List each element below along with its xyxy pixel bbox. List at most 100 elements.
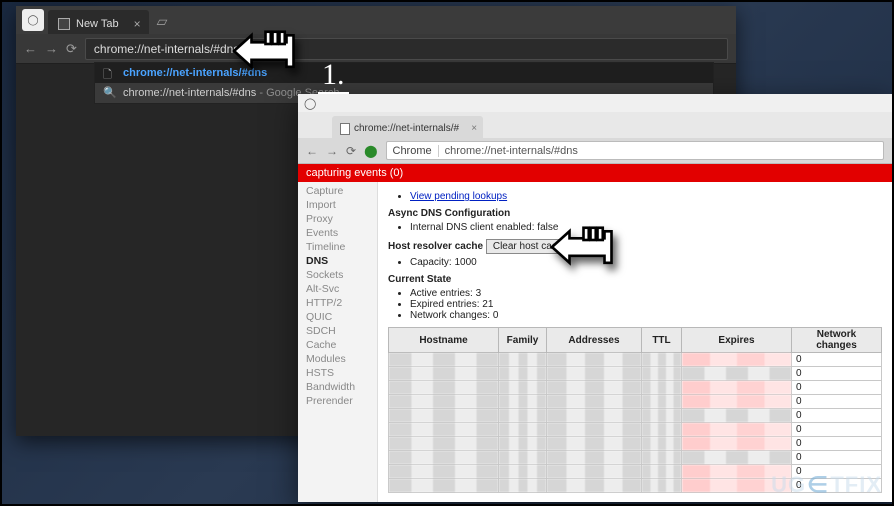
sidebar-item-events[interactable]: Events [298, 226, 377, 240]
table-row: 0 [389, 353, 882, 367]
new-tab-button[interactable]: ▱ [157, 13, 168, 34]
capture-status-bar: capturing events (0) [298, 164, 892, 182]
table-cell [499, 409, 547, 423]
browser-window-2: ◯ chrome://net-internals/# × ← → ⟳ ⬤ Chr… [298, 94, 892, 502]
table-row: 0 [389, 367, 882, 381]
host-cache-table: HostnameFamilyAddressesTTLExpiresNetwork… [388, 327, 882, 493]
table-cell [642, 451, 682, 465]
capture-status-text: capturing events (0) [306, 167, 403, 179]
section-heading: Host resolver cache [388, 241, 483, 252]
table-cell: 0 [792, 367, 882, 381]
state-item: Active entries: 3 [410, 288, 882, 299]
sidebar-item-sdch[interactable]: SDCH [298, 324, 377, 338]
page-body: CaptureImportProxyEventsTimelineDNSSocke… [298, 182, 892, 502]
table-cell [547, 353, 642, 367]
tab-strip: chrome://net-internals/# × [298, 112, 892, 138]
sidebar-item-import[interactable]: Import [298, 198, 377, 212]
search-icon: 🔍 [103, 86, 115, 100]
table-cell [389, 451, 499, 465]
table-cell [547, 479, 642, 493]
table-cell [682, 395, 792, 409]
sidebar-item-prerender[interactable]: Prerender [298, 394, 377, 408]
table-cell [499, 479, 547, 493]
table-cell [682, 423, 792, 437]
sidebar-item-quic[interactable]: QUIC [298, 310, 377, 324]
table-cell [547, 367, 642, 381]
sidebar-item-bandwidth[interactable]: Bandwidth [298, 380, 377, 394]
table-cell [389, 395, 499, 409]
toolbar: ← → ⟳ [16, 34, 736, 64]
address-bar[interactable]: Chrome chrome://net-internals/#dns [386, 141, 885, 160]
forward-icon[interactable]: → [45, 41, 58, 56]
sidebar-item-altsvc[interactable]: Alt-Svc [298, 282, 377, 296]
table-row: 0 [389, 451, 882, 465]
table-cell [547, 395, 642, 409]
step-number-2: 2. [638, 250, 669, 286]
table-cell [499, 395, 547, 409]
table-cell [389, 465, 499, 479]
browser-tab[interactable]: chrome://net-internals/# × [332, 116, 483, 138]
sidebar-item-sockets[interactable]: Sockets [298, 268, 377, 282]
browser-tab[interactable]: New Tab × [48, 10, 149, 34]
tab-strip: ◯ New Tab × ▱ [16, 6, 736, 34]
table-cell [547, 409, 642, 423]
reload-icon[interactable]: ⟳ [346, 144, 356, 158]
column-header: Addresses [547, 328, 642, 353]
table-row: 0 [389, 409, 882, 423]
table-cell [389, 423, 499, 437]
tab-title: chrome://net-internals/# [354, 123, 459, 134]
close-icon[interactable]: × [471, 123, 477, 134]
url-text: chrome://net-internals/#dns [445, 145, 578, 157]
pending-lookups-link[interactable]: View pending lookups [410, 191, 507, 202]
table-cell [499, 437, 547, 451]
sidebar-item-http2[interactable]: HTTP/2 [298, 296, 377, 310]
back-icon[interactable]: ← [24, 41, 37, 56]
table-cell: 0 [792, 409, 882, 423]
main-content: View pending lookups Async DNS Configura… [378, 182, 892, 502]
table-cell: 0 [792, 437, 882, 451]
scheme-chip: Chrome [393, 145, 439, 157]
column-header: Family [499, 328, 547, 353]
sidebar-item-modules[interactable]: Modules [298, 352, 377, 366]
section-heading: Async DNS Configuration [388, 208, 882, 219]
table-cell [642, 353, 682, 367]
chrome-app-icon: ◯ [304, 97, 316, 110]
window-titlebar: ◯ [298, 94, 892, 112]
table-cell [547, 437, 642, 451]
suggestion-row[interactable]: 🗋 chrome://net-internals/#dns [95, 63, 713, 83]
sidebar-item-cache[interactable]: Cache [298, 338, 377, 352]
table-cell [642, 465, 682, 479]
clear-host-cache-button[interactable]: Clear host cache [486, 239, 575, 254]
table-cell [642, 367, 682, 381]
table-cell [682, 451, 792, 465]
table-cell [499, 353, 547, 367]
sidebar: CaptureImportProxyEventsTimelineDNSSocke… [298, 182, 378, 502]
sidebar-item-capture[interactable]: Capture [298, 184, 377, 198]
sidebar-item-timeline[interactable]: Timeline [298, 240, 377, 254]
table-cell [642, 437, 682, 451]
sidebar-item-dns[interactable]: DNS [298, 254, 377, 268]
table-cell [389, 381, 499, 395]
back-icon[interactable]: ← [306, 144, 318, 158]
address-bar[interactable] [85, 38, 728, 60]
table-cell [642, 423, 682, 437]
table-cell [389, 409, 499, 423]
sidebar-item-hsts[interactable]: HSTS [298, 366, 377, 380]
column-header: Expires [682, 328, 792, 353]
table-cell [547, 381, 642, 395]
async-dns-item: Internal DNS client enabled: false [410, 222, 882, 233]
table-cell [682, 409, 792, 423]
reload-icon[interactable]: ⟳ [66, 41, 77, 57]
table-cell: 0 [792, 381, 882, 395]
table-cell [499, 451, 547, 465]
forward-icon[interactable]: → [326, 144, 338, 158]
table-cell [499, 367, 547, 381]
sidebar-item-proxy[interactable]: Proxy [298, 212, 377, 226]
table-cell [389, 367, 499, 381]
table-cell [642, 409, 682, 423]
step-number-1: 1. [318, 58, 349, 94]
tab-title: New Tab [76, 18, 119, 30]
table-cell [389, 353, 499, 367]
table-cell [682, 353, 792, 367]
close-icon[interactable]: × [134, 17, 141, 31]
